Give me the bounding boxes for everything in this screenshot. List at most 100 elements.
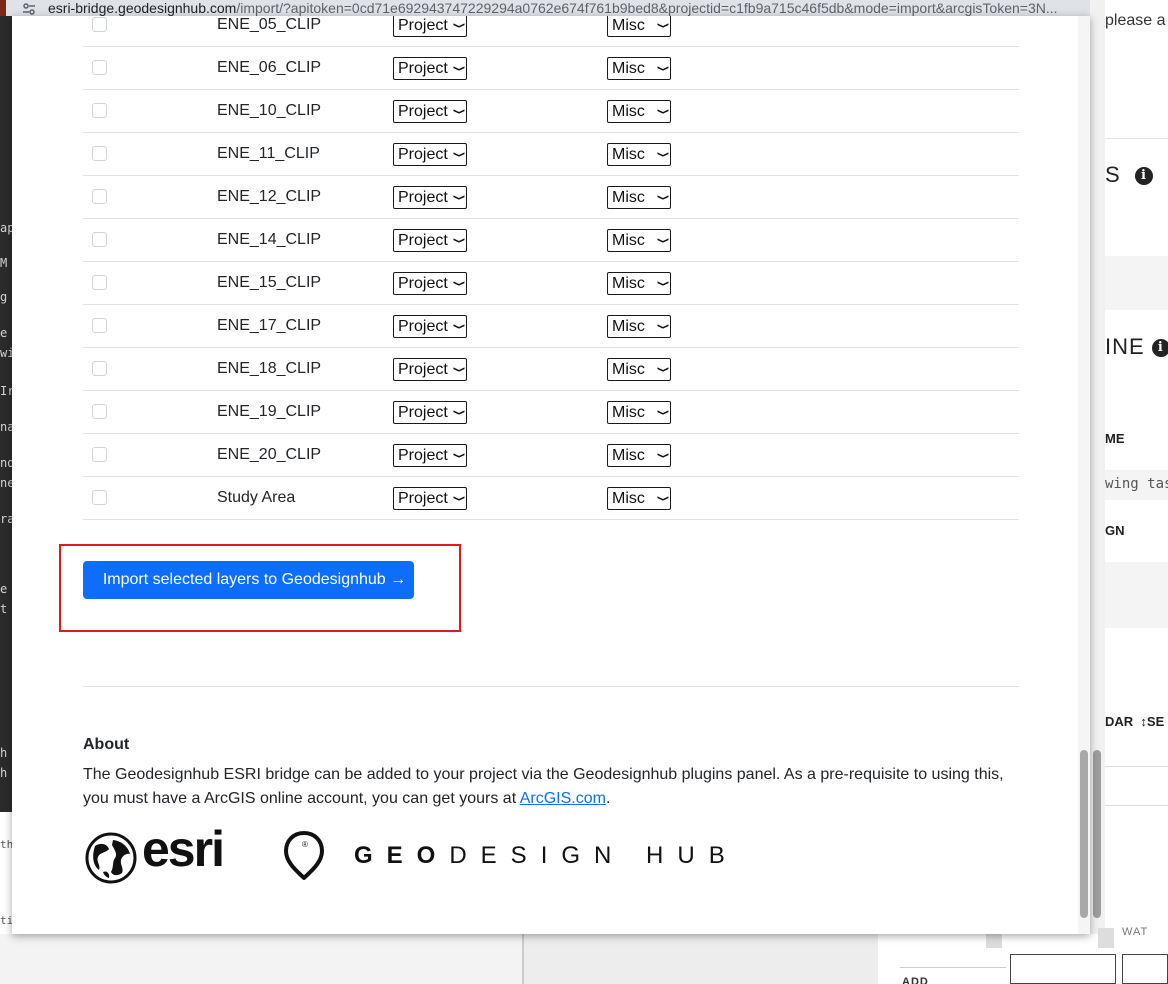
popup-scrollbar[interactable] — [1078, 16, 1090, 934]
layer-category-select[interactable]: Misc ❯ — [607, 401, 671, 424]
background-text: ME — [1105, 431, 1125, 446]
chevron-down-icon: ❯ — [452, 452, 465, 459]
chevron-down-icon: ❯ — [452, 495, 465, 502]
layer-name: ENE_11_CLIP — [217, 145, 320, 162]
background-text: ADD — [902, 976, 929, 984]
url-text[interactable]: esri-bridge.geodesignhub.com/import/?api… — [48, 0, 1058, 16]
layer-role-select[interactable]: Project ❯ — [393, 16, 467, 37]
layer-category-select[interactable]: Misc ❯ — [607, 315, 671, 338]
layer-role-select[interactable]: Project ❯ — [393, 57, 467, 80]
globe-icon — [85, 832, 137, 884]
layer-category-select[interactable]: Misc ❯ — [607, 444, 671, 467]
layer-checkbox[interactable] — [92, 404, 107, 419]
layer-row: ENE_18_CLIP Project ❯ Misc ❯ — [83, 348, 1019, 391]
chevron-down-icon: ❯ — [656, 108, 669, 115]
divider — [83, 686, 1019, 687]
layer-role-value: Project — [398, 361, 448, 378]
layer-row: ENE_11_CLIP Project ❯ Misc ❯ — [83, 133, 1019, 176]
layer-name: ENE_20_CLIP — [217, 446, 322, 463]
layer-role-select[interactable]: Project ❯ — [393, 186, 467, 209]
arcgis-link[interactable]: ArcGIS.com — [520, 790, 606, 807]
background-heading: INE i — [1105, 334, 1168, 360]
terminal-fragment: e — [0, 582, 8, 596]
layer-role-select[interactable]: Project ❯ — [393, 272, 467, 295]
address-bar[interactable]: esri-bridge.geodesignhub.com/import/?api… — [0, 0, 1090, 16]
terminal-fragment: t — [0, 602, 8, 616]
layer-row: ENE_15_CLIP Project ❯ Misc ❯ — [83, 262, 1019, 305]
layer-role-select[interactable]: Project ❯ — [393, 358, 467, 381]
import-popup-window: ENE_05_CLIP Project ❯ Misc ❯ ENE_06_CLIP Proje… — [12, 16, 1090, 934]
layer-role-select[interactable]: Project ❯ — [393, 401, 467, 424]
layer-checkbox[interactable] — [92, 275, 107, 290]
info-icon[interactable]: i — [1134, 167, 1153, 186]
layer-checkbox[interactable] — [92, 318, 107, 333]
layer-category-select[interactable]: Misc ❯ — [607, 272, 671, 295]
layer-name: ENE_05_CLIP — [217, 16, 322, 33]
layer-role-select[interactable]: Project ❯ — [393, 143, 467, 166]
chevron-down-icon: ❯ — [452, 409, 465, 416]
layer-role-select[interactable]: Project ❯ — [393, 487, 467, 510]
layer-row: Study Area Project ❯ Misc ❯ — [83, 477, 1019, 520]
layer-role-select[interactable]: Project ❯ — [393, 315, 467, 338]
layer-role-value: Project — [398, 318, 448, 335]
layer-category-select[interactable]: Misc ❯ — [607, 229, 671, 252]
layer-name: ENE_12_CLIP — [217, 188, 322, 205]
layer-table: ENE_05_CLIP Project ❯ Misc ❯ ENE_06_CLIP Proje… — [83, 16, 1019, 520]
background-app: please a S i INE i ME wing task GN DAR ↕… — [1090, 0, 1168, 984]
layer-checkbox[interactable] — [92, 189, 107, 204]
layer-category-select[interactable]: Misc ❯ — [607, 100, 671, 123]
layer-checkbox[interactable] — [92, 490, 107, 505]
layer-checkbox[interactable] — [92, 232, 107, 247]
layer-role-value: Project — [398, 490, 448, 507]
layer-row: ENE_06_CLIP Project ❯ Misc ❯ — [83, 47, 1019, 90]
layer-category-select[interactable]: Misc ❯ — [607, 186, 671, 209]
background-text: WAT — [1122, 926, 1149, 938]
layer-checkbox[interactable] — [92, 103, 107, 118]
layer-category-select[interactable]: Misc ❯ — [607, 487, 671, 510]
background-text: please a — [1105, 12, 1166, 29]
layer-role-select[interactable]: Project ❯ — [393, 444, 467, 467]
layer-row: ENE_05_CLIP Project ❯ Misc ❯ — [83, 16, 1019, 47]
layer-category-select[interactable]: Misc ❯ — [607, 143, 671, 166]
chevron-down-icon: ❯ — [656, 409, 669, 416]
terminal-fragment: wi — [0, 346, 12, 360]
layer-checkbox[interactable] — [92, 146, 107, 161]
terminal-fragment: g — [0, 290, 8, 304]
layer-checkbox[interactable] — [92, 17, 107, 32]
esri-wordmark: esri — [142, 821, 225, 877]
layer-name: ENE_14_CLIP — [217, 231, 322, 248]
chevron-down-icon: ❯ — [656, 237, 669, 244]
site-info-icon[interactable] — [22, 0, 36, 16]
import-layers-button[interactable]: Import selected layers to Geodesignhub → — [83, 561, 414, 599]
info-icon[interactable]: i — [1151, 339, 1168, 358]
background-text: DAR ↕SE — [1105, 714, 1165, 729]
layer-category-value: Misc — [612, 447, 645, 464]
chevron-down-icon: ❯ — [452, 65, 465, 72]
layer-role-value: Project — [398, 404, 448, 421]
layer-name: ENE_18_CLIP — [217, 360, 322, 377]
layer-row: ENE_17_CLIP Project ❯ Misc ❯ — [83, 305, 1019, 348]
layer-role-select[interactable]: Project ❯ — [393, 100, 467, 123]
chevron-down-icon: ❯ — [656, 65, 669, 72]
layer-name: ENE_10_CLIP — [217, 102, 322, 119]
layer-category-select[interactable]: Misc ❯ — [607, 57, 671, 80]
layer-category-select[interactable]: Misc ❯ — [607, 358, 671, 381]
layer-role-select[interactable]: Project ❯ — [393, 229, 467, 252]
background-heading: S i — [1105, 162, 1153, 188]
layer-checkbox[interactable] — [92, 60, 107, 75]
popup-outer-scrollbar-thumb[interactable] — [1093, 750, 1101, 918]
layer-category-select[interactable]: Misc ❯ — [607, 16, 671, 37]
chevron-down-icon: ❯ — [656, 151, 669, 158]
layer-category-value: Misc — [612, 17, 645, 34]
layer-category-value: Misc — [612, 361, 645, 378]
layer-row: ENE_20_CLIP Project ❯ Misc ❯ — [83, 434, 1019, 477]
layer-checkbox[interactable] — [92, 361, 107, 376]
popup-scrollbar-thumb[interactable] — [1080, 750, 1088, 918]
layer-row: ENE_12_CLIP Project ❯ Misc ❯ — [83, 176, 1019, 219]
popup-outer-scrollbar[interactable] — [1090, 0, 1105, 934]
layer-category-value: Misc — [612, 146, 645, 163]
terminal-fragment: h — [0, 746, 8, 760]
layer-role-value: Project — [398, 447, 448, 464]
layer-checkbox[interactable] — [92, 447, 107, 462]
layer-role-value: Project — [398, 232, 448, 249]
